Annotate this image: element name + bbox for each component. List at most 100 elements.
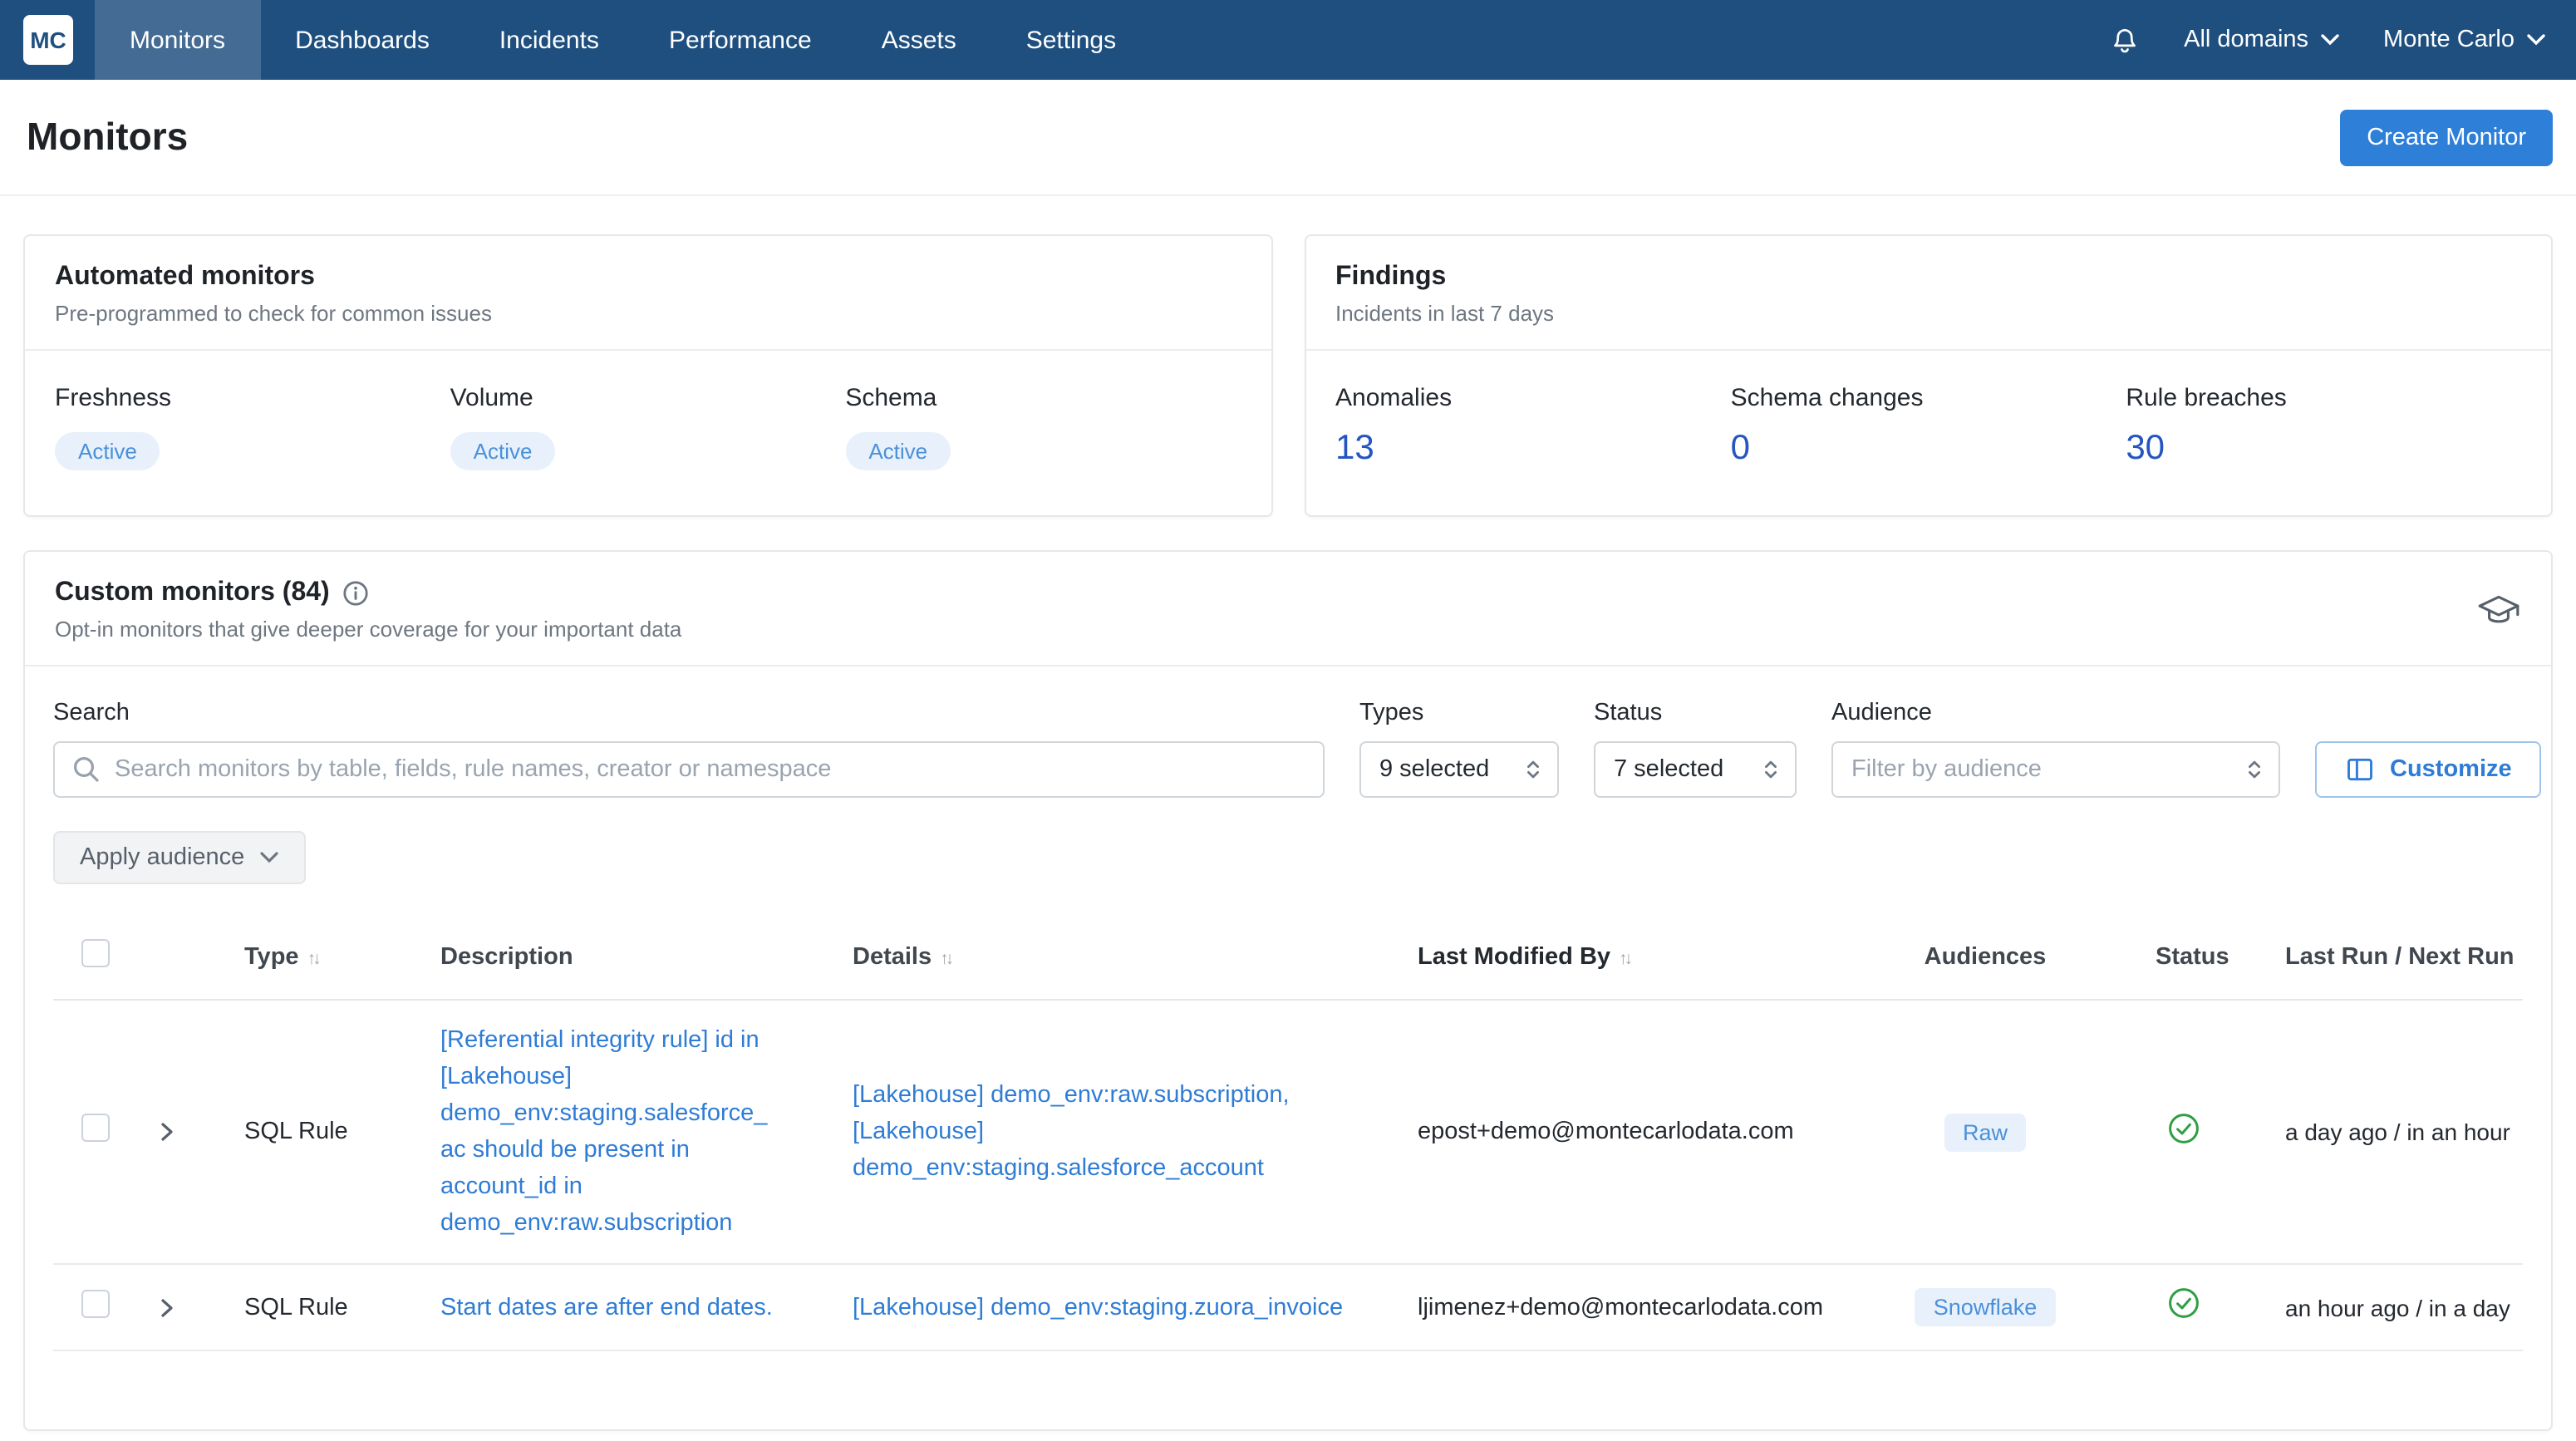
- monitor-details-link[interactable]: [Lakehouse] demo_env:raw.subscription, […: [853, 1077, 1346, 1187]
- nav-item-incidents[interactable]: Incidents: [465, 0, 634, 80]
- apply-audience-label: Apply audience: [80, 844, 245, 871]
- unfold-chevrons-icon: [2249, 760, 2260, 779]
- domain-selector-label: All domains: [2184, 27, 2309, 53]
- nav-item-monitors[interactable]: Monitors: [95, 0, 261, 80]
- automated-monitors-body: Freshness Active Volume Active Schema Ac…: [25, 351, 1271, 515]
- column-label: Type: [244, 943, 299, 970]
- audience-select[interactable]: Filter by audience: [1831, 741, 2280, 798]
- chevron-down-icon: [260, 852, 278, 863]
- audience-filter: Audience Filter by audience: [1831, 700, 2280, 798]
- main-content: Automated monitors Pre-programmed to che…: [0, 234, 2576, 1431]
- customize-label: Customize: [2390, 756, 2512, 783]
- table-row: SQL Rule [Referential integrity rule] id…: [53, 1001, 2523, 1265]
- monitor-label: Volume: [450, 384, 533, 412]
- last-modified-by: epost+demo@montecarlodata.com: [1418, 1119, 1794, 1145]
- sort-icon: ↑↓: [1619, 948, 1633, 968]
- automated-monitors-title: Automated monitors: [55, 263, 315, 291]
- apply-audience-button[interactable]: Apply audience: [53, 831, 307, 884]
- monitor-type: SQL Rule: [244, 1119, 348, 1145]
- customize-columns-icon: [2347, 758, 2372, 781]
- chevron-down-icon: [2321, 34, 2339, 46]
- finding-schema-changes: Schema changes 0: [1731, 384, 2126, 469]
- custom-monitors-card: Custom monitors (84) Opt-in monitors tha…: [23, 550, 2553, 1431]
- info-icon[interactable]: [343, 580, 370, 607]
- automated-monitor-freshness: Freshness Active: [55, 384, 450, 470]
- finding-anomalies: Anomalies 13: [1335, 384, 1731, 469]
- metric-value: 0: [1730, 429, 1751, 467]
- metric-value: 30: [2126, 429, 2166, 467]
- expand-row-icon[interactable]: [156, 1120, 176, 1143]
- audience-badge: Snowflake: [1915, 1288, 2056, 1326]
- custom-monitors-header: Custom monitors (84) Opt-in monitors tha…: [25, 552, 2551, 666]
- column-header-description[interactable]: Description: [402, 943, 814, 970]
- finding-rule-breaches: Rule breaches 30: [2126, 384, 2521, 469]
- column-header-last-modified-by[interactable]: Last Modified By ↑↓: [1379, 943, 1866, 970]
- create-monitor-button[interactable]: Create Monitor: [2340, 109, 2553, 165]
- types-select[interactable]: 9 selected: [1359, 741, 1559, 798]
- column-label: Audiences: [1924, 943, 2047, 970]
- row-checkbox[interactable]: [81, 1289, 110, 1317]
- monitor-type: SQL Rule: [244, 1294, 348, 1321]
- row-checkbox[interactable]: [81, 1114, 110, 1142]
- automated-monitors-card: Automated monitors Pre-programmed to che…: [23, 234, 1272, 517]
- metric-label: Rule breaches: [2126, 384, 2287, 412]
- findings-body: Anomalies 13 Schema changes 0 Rule breac…: [1305, 351, 2551, 514]
- column-header-status: Status: [2104, 943, 2232, 970]
- last-run-next-run: a day ago / in an hour: [2285, 1119, 2510, 1145]
- column-label: Description: [440, 943, 573, 970]
- findings-title: Findings: [1335, 263, 1447, 291]
- table-header-row: Type ↑↓ Description Details ↑↓ Last Modifi…: [53, 914, 2523, 1001]
- apply-audience-row: Apply audience: [25, 798, 2551, 884]
- custom-monitors-title: Custom monitors (84): [55, 578, 330, 607]
- app-logo[interactable]: MC: [23, 15, 73, 65]
- custom-monitors-subtitle: Opt-in monitors that give deeper coverag…: [55, 617, 682, 642]
- metric-label: Schema changes: [1730, 384, 1924, 412]
- chevron-down-icon: [2527, 34, 2545, 46]
- learning-graduation-cap-icon[interactable]: [2476, 591, 2521, 629]
- status-success-icon: [2169, 1113, 2199, 1143]
- domain-selector[interactable]: All domains: [2184, 27, 2340, 53]
- nav-item-assets[interactable]: Assets: [847, 0, 991, 80]
- nav-item-dashboards[interactable]: Dashboards: [260, 0, 465, 80]
- status-filter: Status 7 selected: [1594, 700, 1797, 798]
- select-all-checkbox[interactable]: [81, 939, 110, 967]
- table-row: SQL Rule Start dates are after end dates…: [53, 1265, 2523, 1351]
- monitor-details-link[interactable]: [Lakehouse] demo_env:staging.zuora_invoi…: [853, 1289, 1343, 1325]
- automated-monitor-schema: Schema Active: [845, 384, 1241, 470]
- expand-row-icon[interactable]: [156, 1296, 176, 1319]
- monitor-description-link[interactable]: Start dates are after end dates.: [440, 1289, 773, 1325]
- search-label: Search: [53, 700, 130, 726]
- types-filter: Types 9 selected: [1359, 700, 1559, 798]
- column-label: Details: [853, 943, 932, 970]
- search-filter: Search: [53, 700, 1325, 798]
- navbar-right: All domains Monte Carlo: [2109, 24, 2576, 56]
- page-title: Monitors: [27, 115, 189, 158]
- findings-header: Findings Incidents in last 7 days: [1305, 236, 2551, 351]
- column-header-details[interactable]: Details ↑↓: [814, 943, 1379, 970]
- account-name: Monte Carlo: [2383, 27, 2515, 53]
- customize-button[interactable]: Customize: [2315, 741, 2542, 798]
- notifications-bell-icon[interactable]: [2109, 24, 2141, 56]
- status-label: Status: [1594, 700, 1663, 726]
- audience-label: Audience: [1831, 700, 1932, 726]
- monitor-description-link[interactable]: [Referential integrity rule] id in [Lake…: [440, 1022, 774, 1242]
- automated-monitor-volume: Volume Active: [450, 384, 846, 470]
- findings-subtitle: Incidents in last 7 days: [1335, 301, 1555, 326]
- column-label: Last Run / Next Run: [2285, 943, 2515, 970]
- search-input[interactable]: [53, 741, 1325, 798]
- status-select[interactable]: 7 selected: [1594, 741, 1797, 798]
- nav-item-settings[interactable]: Settings: [991, 0, 1151, 80]
- status-badge: Active: [845, 432, 951, 470]
- account-menu[interactable]: Monte Carlo: [2383, 27, 2546, 53]
- column-header-last-run: Last Run / Next Run: [2232, 943, 2526, 970]
- nav-item-performance[interactable]: Performance: [634, 0, 847, 80]
- column-header-type[interactable]: Type ↑↓: [206, 943, 402, 970]
- types-select-value: 9 selected: [1379, 756, 1490, 783]
- monitor-filters: Search Types 9 selected: [25, 666, 2551, 798]
- monitor-label: Freshness: [55, 384, 172, 412]
- last-modified-by: ljimenez+demo@montecarlodata.com: [1418, 1294, 1824, 1321]
- sort-icon: ↑↓: [307, 948, 322, 968]
- sort-icon: ↑↓: [940, 948, 954, 968]
- automated-monitors-subtitle: Pre-programmed to check for common issue…: [55, 301, 492, 326]
- last-run-next-run: an hour ago / in a day: [2285, 1294, 2510, 1321]
